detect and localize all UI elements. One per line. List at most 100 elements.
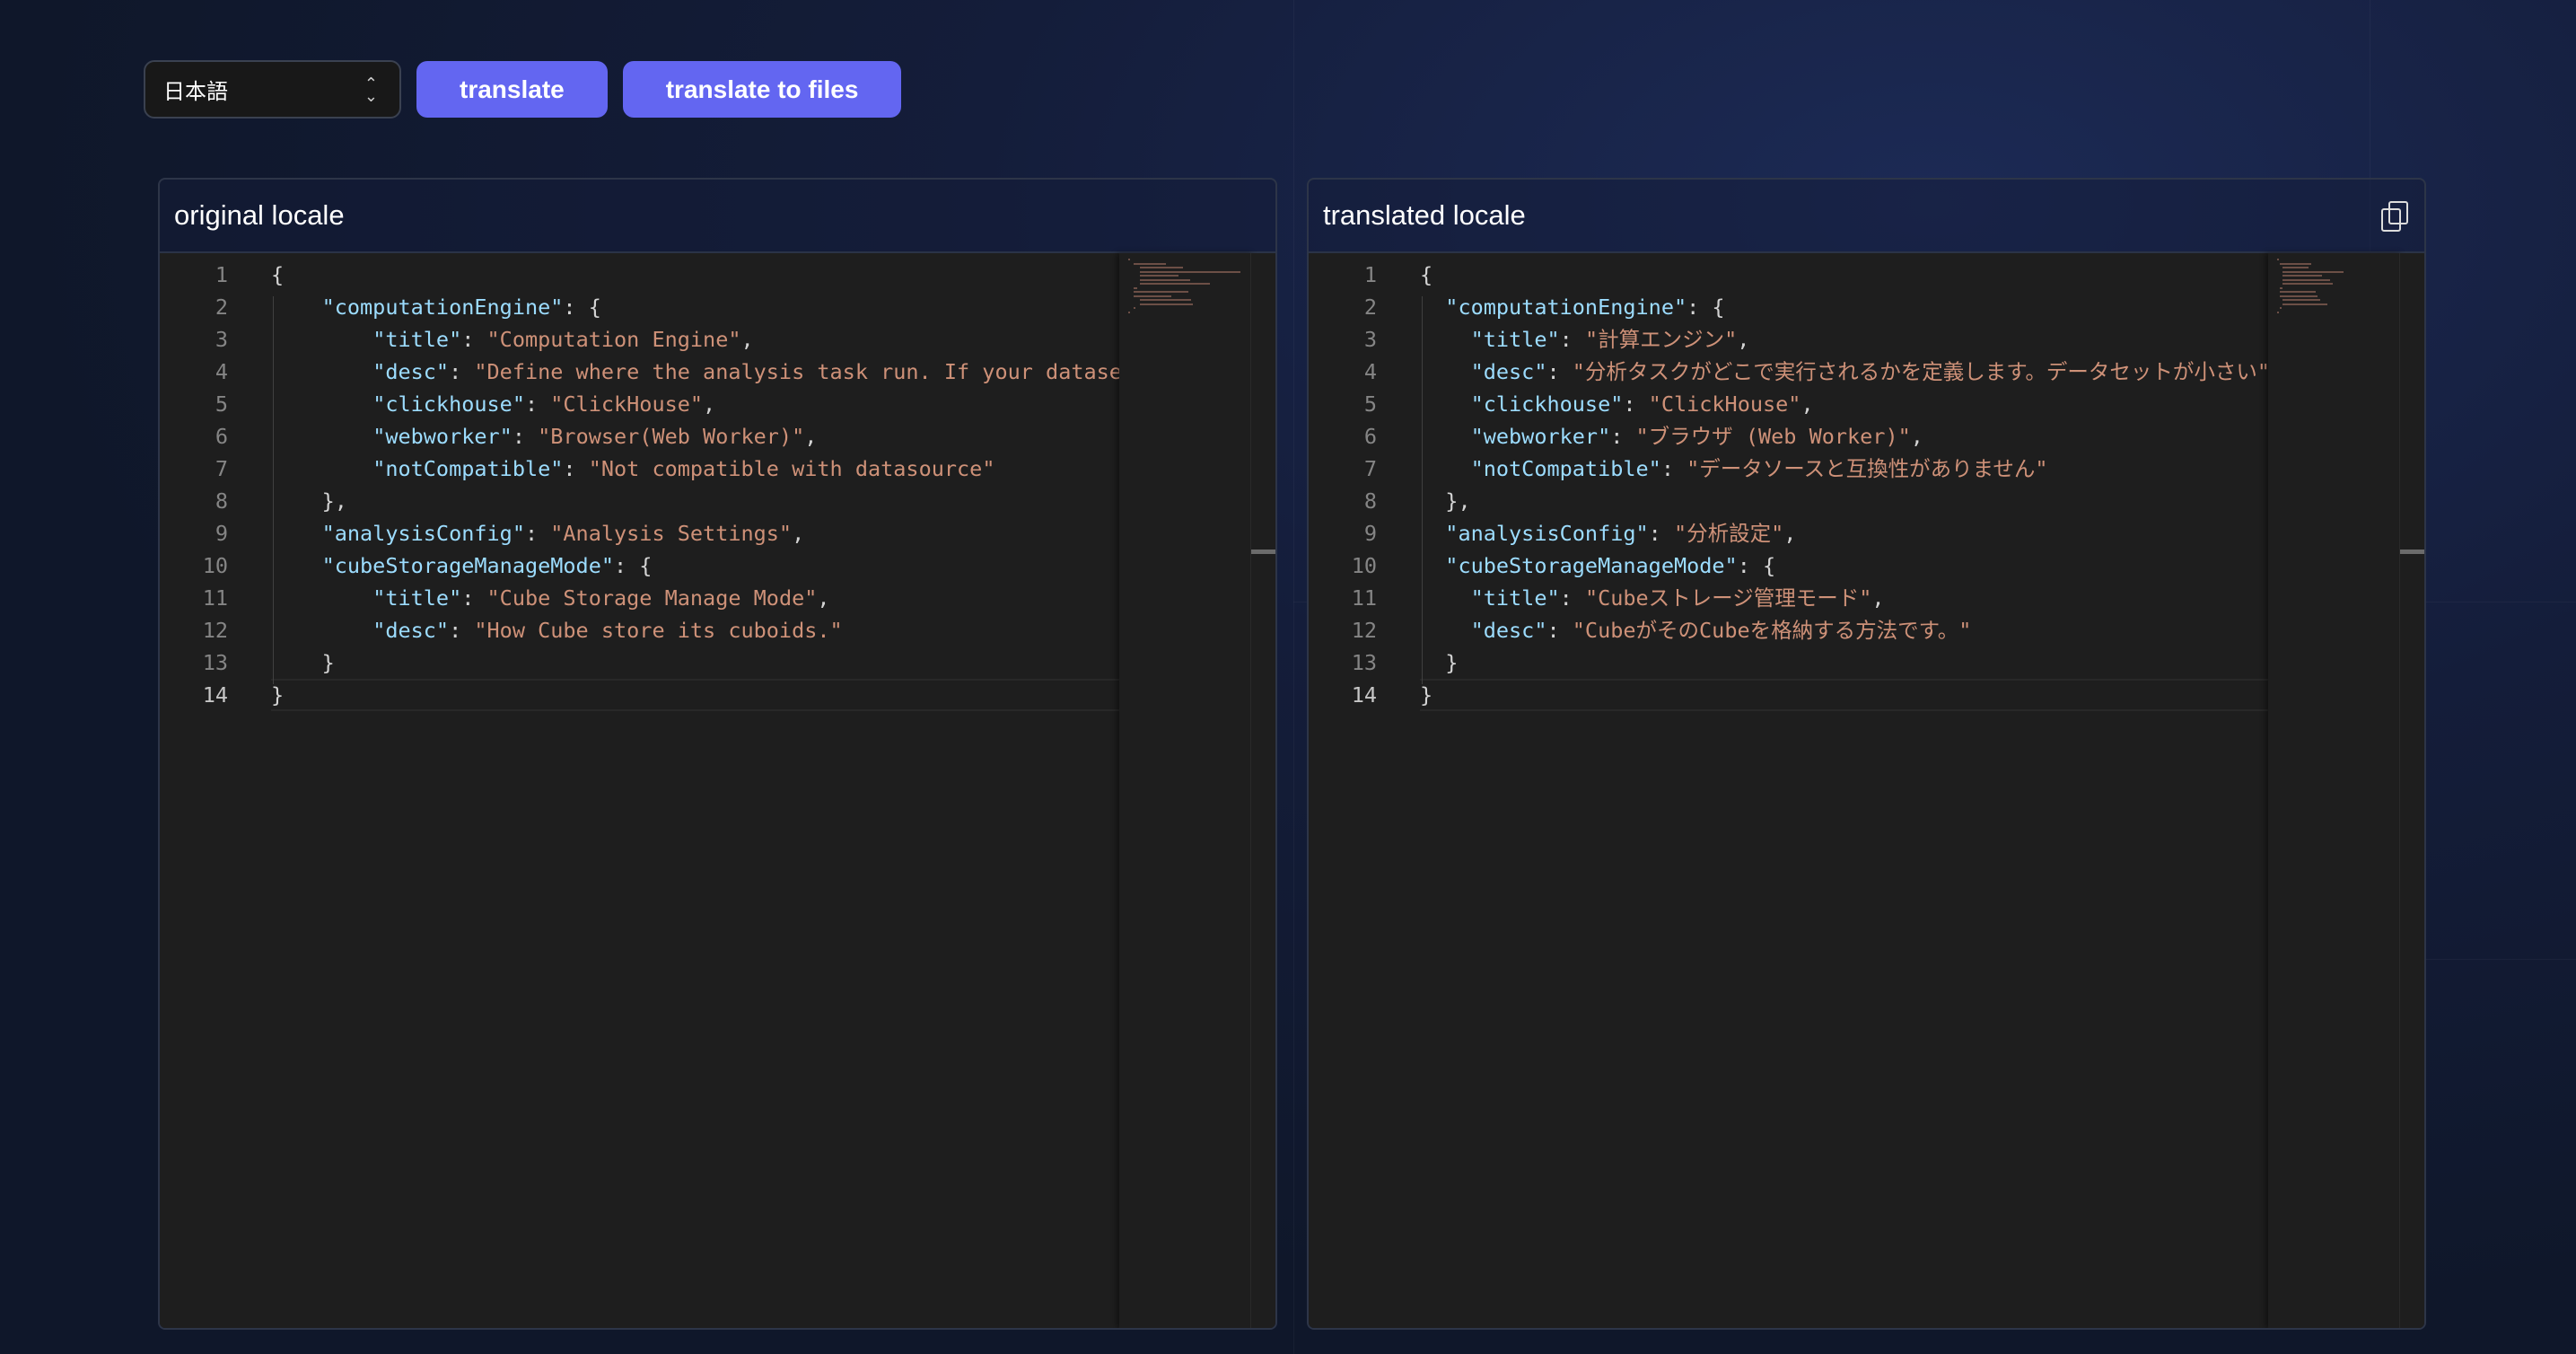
json-punctuation: } bbox=[1420, 650, 1459, 675]
line-number: 10 bbox=[1351, 553, 1377, 578]
code-line: 2 "computationEngine": { bbox=[160, 291, 1119, 323]
json-punctuation: : bbox=[563, 456, 589, 481]
translate-to-files-button[interactable]: translate to files bbox=[622, 61, 902, 118]
json-key: "notCompatible" bbox=[1470, 456, 1661, 481]
minimap-line bbox=[1134, 291, 1189, 293]
json-punctuation: : { bbox=[1687, 295, 1725, 320]
json-key: "analysisConfig" bbox=[1445, 521, 1649, 546]
panel-title: original locale bbox=[174, 199, 345, 231]
minimap[interactable] bbox=[1119, 253, 1254, 1328]
line-number: 4 bbox=[215, 359, 228, 384]
code-line: 11 "title": "Cubeストレージ管理モード", bbox=[1309, 582, 2268, 614]
line-text: "title": "Cubeストレージ管理モード", bbox=[1420, 582, 1885, 614]
json-punctuation: } bbox=[1420, 682, 1433, 708]
json-punctuation bbox=[271, 521, 322, 546]
code-line: 3 "title": "Computation Engine", bbox=[160, 323, 1119, 356]
json-punctuation bbox=[271, 618, 372, 643]
json-string: "計算エンジン" bbox=[1584, 327, 1738, 352]
json-punctuation: } bbox=[271, 650, 335, 675]
line-number: 9 bbox=[215, 521, 228, 546]
language-select[interactable]: 日本語 ⌃ ⌄ bbox=[144, 60, 401, 119]
code-line: 14} bbox=[160, 679, 1119, 711]
code-line: 8 }, bbox=[160, 485, 1119, 517]
scrollbar-thumb[interactable] bbox=[1251, 550, 1275, 554]
minimap[interactable] bbox=[2268, 253, 2403, 1328]
code-line: 1{ bbox=[1309, 259, 2268, 291]
code-line: 8 }, bbox=[1309, 485, 2268, 517]
json-key: "title" bbox=[372, 327, 462, 352]
json-string: "How Cube store its cuboids." bbox=[474, 618, 843, 643]
json-punctuation: } bbox=[271, 682, 285, 708]
code-line: 9 "analysisConfig": "Analysis Settings", bbox=[160, 517, 1119, 550]
line-number: 8 bbox=[1363, 488, 1377, 514]
minimap-line bbox=[2282, 267, 2309, 268]
json-punctuation: , bbox=[804, 424, 818, 449]
line-number: 6 bbox=[215, 424, 228, 449]
minimap-line bbox=[2280, 291, 2317, 293]
line-text: }, bbox=[271, 485, 347, 517]
code-editor[interactable]: 1{2 "computationEngine": {3 "title": "Co… bbox=[160, 253, 1275, 1328]
json-key: "notCompatible" bbox=[372, 456, 564, 481]
code-line: 11 "title": "Cube Storage Manage Mode", bbox=[160, 582, 1119, 614]
code-line: 4 "desc": "分析タスクがどこで実行されるかを定義します。データセットが… bbox=[1309, 356, 2268, 388]
minimap-line bbox=[2282, 270, 2344, 273]
json-punctuation bbox=[1420, 359, 1471, 384]
toolbar: 日本語 ⌃ ⌄ translate translate to files bbox=[144, 60, 902, 119]
minimap-line bbox=[2280, 286, 2283, 289]
json-punctuation bbox=[1420, 553, 1445, 578]
line-number: 7 bbox=[1363, 456, 1377, 481]
minimap-line bbox=[1139, 278, 1190, 281]
scrollbar-thumb[interactable] bbox=[2400, 550, 2424, 554]
minimap-line bbox=[2280, 262, 2312, 265]
code-line: 12 "desc": "CubeがそのCubeを格納する方法です。" bbox=[1309, 614, 2268, 646]
json-string: "ブラウザ (Web Worker)" bbox=[1635, 424, 1911, 449]
line-text: "cubeStorageManageMode": { bbox=[271, 550, 653, 582]
json-string: "分析タスクがどこで実行されるかを定義します。データセットが小さい" bbox=[1572, 359, 2268, 384]
translate-button[interactable]: translate bbox=[416, 61, 608, 118]
json-punctuation bbox=[1420, 327, 1471, 352]
code-line: 9 "analysisConfig": "分析設定", bbox=[1309, 517, 2268, 550]
line-number: 10 bbox=[202, 553, 228, 578]
json-key: "title" bbox=[372, 585, 462, 611]
code-editor[interactable]: 1{2 "computationEngine": {3 "title": "計算… bbox=[1309, 253, 2424, 1328]
line-text: "clickhouse": "ClickHouse", bbox=[271, 388, 715, 420]
minimap-line bbox=[1134, 262, 1166, 265]
line-number: 3 bbox=[215, 327, 228, 352]
code-line: 6 "webworker": "ブラウザ (Web Worker)", bbox=[1309, 420, 2268, 453]
json-punctuation: , bbox=[1871, 585, 1885, 611]
json-key: "cubeStorageManageMode" bbox=[321, 553, 615, 578]
code-line: 10 "cubeStorageManageMode": { bbox=[1309, 550, 2268, 582]
json-string: "Cubeストレージ管理モード" bbox=[1584, 585, 1872, 611]
json-key: "webworker" bbox=[1470, 424, 1611, 449]
json-string: "Analysis Settings" bbox=[550, 521, 793, 546]
json-string: "分析設定" bbox=[1673, 521, 1784, 546]
json-punctuation bbox=[1420, 391, 1471, 417]
line-number: 14 bbox=[202, 682, 228, 708]
json-punctuation: , bbox=[1737, 327, 1750, 352]
json-punctuation bbox=[271, 391, 372, 417]
code-content[interactable]: 1{2 "computationEngine": {3 "title": "Co… bbox=[160, 259, 1119, 711]
json-punctuation: : bbox=[449, 359, 475, 384]
copy-icon[interactable] bbox=[2381, 201, 2408, 232]
json-key: "desc" bbox=[372, 618, 450, 643]
line-number: 4 bbox=[1363, 359, 1377, 384]
minimap-line bbox=[1128, 311, 1130, 313]
code-line: 6 "webworker": "Browser(Web Worker)", bbox=[160, 420, 1119, 453]
code-line: 10 "cubeStorageManageMode": { bbox=[160, 550, 1119, 582]
json-punctuation: : bbox=[461, 585, 487, 611]
chevron-up-down-icon: ⌃ ⌄ bbox=[364, 74, 378, 105]
original-locale-panel: original locale 1{2 "computationEngine":… bbox=[158, 178, 1277, 1330]
code-line: 7 "notCompatible": "Not compatible with … bbox=[160, 453, 1119, 485]
json-punctuation: { bbox=[271, 262, 285, 287]
json-punctuation: : bbox=[1660, 456, 1687, 481]
minimap-line bbox=[2280, 295, 2318, 297]
json-punctuation: , bbox=[1910, 424, 1923, 449]
vertical-scrollbar[interactable] bbox=[1250, 253, 1275, 1328]
line-number: 12 bbox=[202, 618, 228, 643]
code-content[interactable]: 1{2 "computationEngine": {3 "title": "計算… bbox=[1309, 259, 2268, 711]
vertical-scrollbar[interactable] bbox=[2399, 253, 2424, 1328]
json-punctuation: : bbox=[524, 521, 551, 546]
minimap-line bbox=[2282, 303, 2327, 305]
json-string: "Define where the analysis task run. If … bbox=[474, 359, 1119, 384]
json-punctuation: , bbox=[817, 585, 830, 611]
